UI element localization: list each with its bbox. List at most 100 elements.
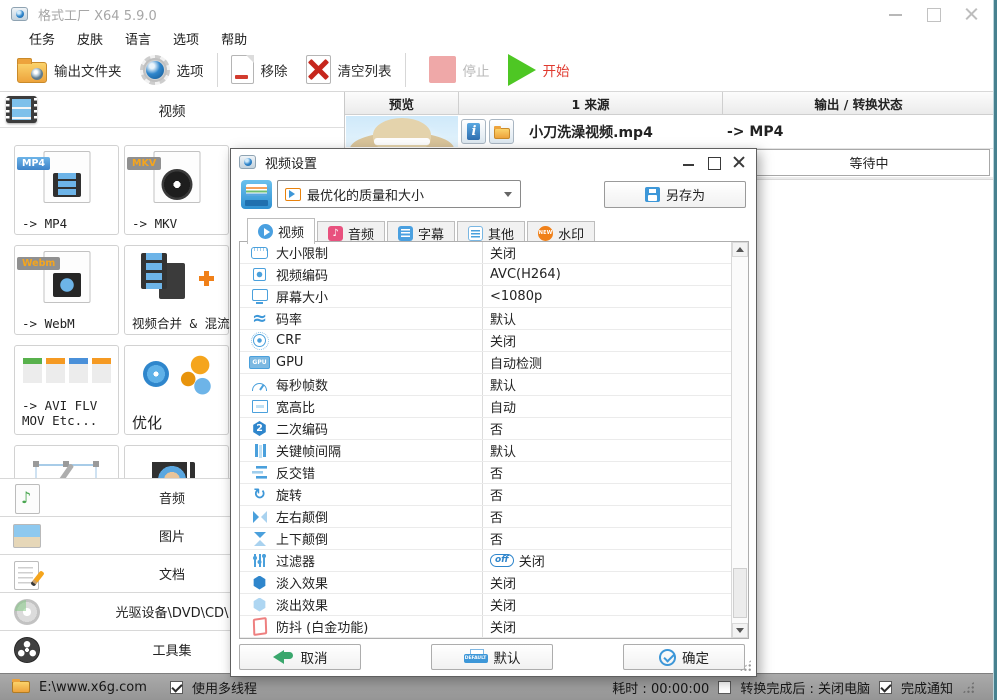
settings-list: 大小限制关闭视频编码AVC(H264)屏幕大小<1080p码率默认CRF关闭GP… [239,241,749,639]
tab-video[interactable]: 视频 [247,218,316,244]
setting-value: 关闭 [490,330,516,351]
minimize-button[interactable] [885,5,907,23]
flip-v-icon [251,530,268,547]
setting-value: off 关闭 [490,550,545,571]
menu-item-1[interactable]: 皮肤 [66,29,114,48]
setting-label: 过滤器 [276,555,316,570]
setting-row-two-pass[interactable]: 二次编码 否 [240,418,731,440]
tab-label: 视频 [278,226,305,241]
format-card-mp4-file[interactable]: MP4 -> MP4 [14,145,119,235]
setting-value-text: 默认 [490,313,517,328]
scroll-down-arrow[interactable] [732,623,748,638]
setting-row-stabilize[interactable]: 防抖 (白金功能) 关闭 [240,616,731,638]
setting-value-text: 默认 [490,445,517,460]
dialog-minimize-button[interactable] [680,154,698,170]
menu-item-3[interactable]: 选项 [162,29,210,48]
audio-tab-icon [328,225,344,241]
quality-preset-select[interactable]: 最优化的质量和大小 [277,180,521,208]
new-badge: NEW [538,230,553,236]
format-badge: Webm [17,257,61,270]
setting-row-rotate[interactable]: 旋转 否 [240,484,731,506]
format-card-label: -> AVI FLV MOV Etc... [22,398,98,428]
setting-label: 每秒帧数 [276,379,329,394]
scrollbar[interactable] [731,242,748,638]
menu-item-4[interactable]: 帮助 [210,29,258,48]
video-preview-thumbnail[interactable] [346,116,458,147]
setting-row-monitor[interactable]: 屏幕大小 <1080p [240,286,731,308]
setting-label: 码率 [276,313,303,328]
stop-icon [428,56,456,83]
resize-grip[interactable] [962,680,975,694]
save-as-button[interactable]: 另存为 [604,181,746,208]
atom-icon [250,331,269,350]
setting-row-waves[interactable]: 码率 默认 [240,308,731,330]
video-settings-dialog: 视频设置 最优化的质量和大小 另存为 视频音频字幕其他NEW水印 大小限制关闭视… [230,148,757,677]
maximize-button[interactable] [923,5,945,23]
multithread-checkbox[interactable] [169,680,183,694]
default-button[interactable]: 默认 [431,644,553,670]
setting-row-ruler[interactable]: 大小限制 关闭 [240,242,731,264]
menu-item-0[interactable]: 任务 [18,29,66,48]
setting-value: 否 [490,418,503,439]
filter-icon [251,552,268,569]
format-card-multi-format[interactable]: -> AVI FLV MOV Etc... [14,345,119,435]
menu-item-2[interactable]: 语言 [114,29,162,48]
setting-value: 否 [490,528,503,549]
stop-button[interactable]: 停止 [420,50,499,90]
column-header-preview[interactable]: 预览 [345,92,459,115]
column-header-source[interactable]: 1 来源 [459,92,723,115]
source-filename[interactable]: 小刀洗澡视频.mp4 [459,115,723,148]
format-card-webm-file[interactable]: Webm -> WebM [14,245,119,335]
clear-list-button[interactable]: 清空列表 [297,50,401,90]
dialog-icon [239,155,256,169]
dialog-maximize-button[interactable] [705,154,723,170]
setting-row-filter[interactable]: 过滤器 off 关闭 [240,550,731,572]
setting-row-fade-out[interactable]: 淡出效果 关闭 [240,594,731,616]
setting-row-fade-in[interactable]: 淡入效果 关闭 [240,572,731,594]
setting-row-keyframe[interactable]: 关键帧间隔 默认 [240,440,731,462]
elapsed-time: 耗时 : 00:00:00 [612,681,710,697]
ok-button[interactable]: 确定 [623,644,745,670]
scroll-up-arrow[interactable] [732,242,748,257]
format-card-mkv-file[interactable]: MKV -> MKV [124,145,229,235]
cancel-button[interactable]: 取消 [239,644,361,670]
stabilize-icon [251,618,268,635]
setting-row-aspect[interactable]: 宽高比 自动 [240,396,731,418]
default-printer-icon [463,648,488,666]
shutdown-after-checkbox[interactable] [718,680,732,694]
setting-row-chip[interactable]: 视频编码 AVC(H264) [240,264,731,286]
setting-label: 关键帧间隔 [276,445,342,460]
setting-value: 自动 [490,396,516,417]
column-header-output[interactable]: 输出 / 转换状态 [723,92,994,115]
setting-row-atom[interactable]: CRF 关闭 [240,330,731,352]
video-merge-icon [125,251,228,303]
setting-value: 关闭 [490,572,516,593]
setting-row-flip-h[interactable]: 左右颠倒 否 [240,506,731,528]
options-button[interactable]: 选项 [131,50,213,90]
multithread-label: 使用多线程 [191,681,257,697]
tab-label: 水印 [558,227,585,243]
off-badge: off [490,554,514,567]
setting-label: 大小限制 [276,247,329,262]
format-card-partial[interactable] [14,445,119,478]
dialog-close-button[interactable] [730,154,748,170]
setting-label: 旋转 [276,489,303,504]
rotate-icon [251,486,268,503]
close-button[interactable] [961,5,983,23]
setting-row-gpu[interactable]: GPU 自动检测 [240,352,731,374]
remove-button[interactable]: 移除 [222,50,297,90]
setting-row-flip-v[interactable]: 上下颠倒 否 [240,528,731,550]
scrollbar-thumb[interactable] [733,568,747,618]
output-path[interactable]: E:\www.x6g.com [39,680,147,695]
setting-row-deinterlace[interactable]: 反交错 否 [240,462,731,484]
format-card-video-merge[interactable]: 视频合并 & 混流 [124,245,230,335]
start-button[interactable]: 开始 [499,50,579,90]
output-folder-button[interactable]: 输出文件夹 [8,50,131,90]
setting-row-gauge[interactable]: 每秒帧数 默认 [240,374,731,396]
dialog-title: 视频设置 [265,156,318,172]
format-card-partial[interactable] [124,445,229,478]
setting-value-text: 自动 [490,401,517,416]
notify-checkbox[interactable] [878,680,892,694]
format-card-optimize[interactable]: 优化 [124,345,229,435]
sidebar-section-video[interactable]: 视频 [0,92,344,128]
